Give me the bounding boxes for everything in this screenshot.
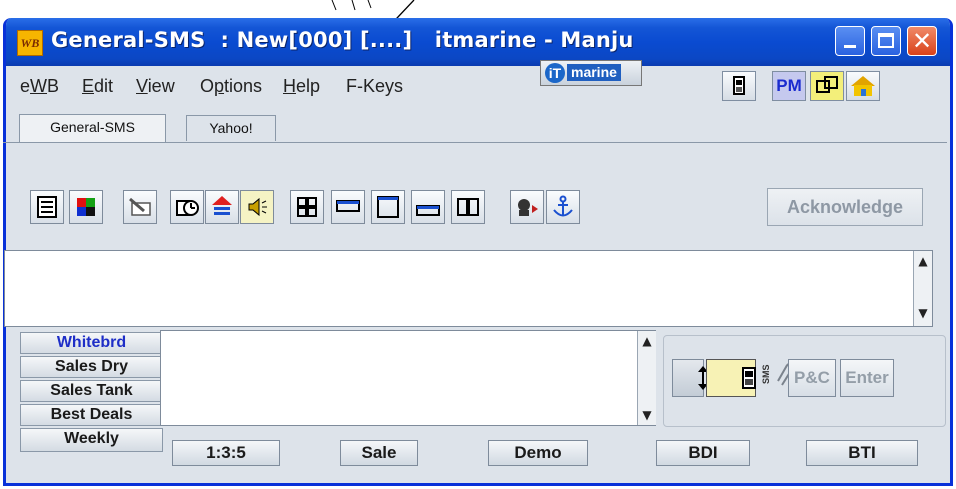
schedule-button[interactable]: [170, 190, 204, 224]
button-1-3-5[interactable]: 1:3:5: [172, 440, 280, 466]
edit-card-icon: [129, 197, 151, 216]
window-title: General-SMS : New[000] [....] itmarine -…: [51, 28, 634, 52]
maximize-icon: [878, 33, 894, 48]
whitebrd-button[interactable]: Whitebrd: [20, 332, 163, 354]
toolbar: Acknowledge: [3, 186, 935, 230]
schedule-icon: [176, 200, 199, 216]
pm-button[interactable]: PM: [772, 71, 806, 101]
phone-button[interactable]: [722, 71, 756, 101]
sales-dry-button[interactable]: Sales Dry: [20, 356, 163, 378]
minimize-icon: [844, 45, 856, 48]
sms-input-area[interactable]: ▲ ▼: [160, 330, 656, 426]
document-button[interactable]: [30, 190, 64, 224]
home-button[interactable]: [846, 71, 880, 101]
bottom-pane-icon: [416, 205, 440, 216]
bti-button[interactable]: BTI: [806, 440, 918, 466]
anchor-button[interactable]: [546, 190, 580, 224]
sms-scroll-down-arrow[interactable]: ▼: [638, 405, 656, 425]
weekly-button[interactable]: Weekly: [20, 428, 163, 452]
bottom-pane-button[interactable]: [411, 190, 445, 224]
color-grid-icon: [77, 198, 95, 216]
message-text-area[interactable]: ▲ ▼: [4, 250, 933, 327]
close-button[interactable]: ✕: [907, 26, 937, 56]
logo-badge: iT: [545, 63, 565, 83]
window-icon: [377, 196, 399, 218]
color-grid-button[interactable]: [69, 190, 103, 224]
best-deals-button[interactable]: Best Deals: [20, 404, 163, 426]
menu-options[interactable]: Options: [200, 76, 262, 97]
contacts-button[interactable]: [810, 71, 844, 101]
itmarine-logo: iT marine: [540, 60, 642, 86]
grid-layout-icon: [297, 197, 317, 217]
contacts-icon: [816, 76, 838, 93]
app-icon: WB: [17, 30, 43, 56]
menu-edit[interactable]: Edit: [82, 76, 113, 97]
window-button[interactable]: [371, 190, 405, 224]
enter-button[interactable]: Enter: [840, 359, 894, 397]
top-pane-button[interactable]: [331, 190, 365, 224]
demo-button[interactable]: Demo: [488, 440, 588, 466]
sms-scrollbar[interactable]: ▲ ▼: [637, 331, 656, 425]
pc-button[interactable]: P&C: [788, 359, 836, 397]
attach-button[interactable]: [758, 359, 795, 397]
logo-text: marine: [567, 64, 621, 81]
close-icon: ✕: [911, 27, 933, 55]
agent-button[interactable]: [510, 190, 544, 224]
agent-icon: [518, 199, 538, 216]
message-scrollbar[interactable]: ▲ ▼: [913, 251, 932, 326]
menu-bar: eWB Edit View Options Help F-Keys: [6, 66, 950, 106]
menu-help[interactable]: Help: [283, 76, 320, 97]
upload-icon: [212, 196, 232, 215]
title-bar[interactable]: WB General-SMS : New[000] [....] itmarin…: [6, 18, 950, 66]
phone-icon: [733, 76, 745, 95]
grid-layout-button[interactable]: [290, 190, 324, 224]
document-icon: [37, 196, 57, 218]
scroll-down-arrow[interactable]: ▼: [914, 303, 932, 323]
sales-tank-button[interactable]: Sales Tank: [20, 380, 163, 402]
maximize-button[interactable]: [871, 26, 901, 56]
speaker-button[interactable]: [240, 190, 274, 224]
columns-icon: [457, 198, 479, 216]
menu-ewb[interactable]: eWB: [20, 76, 59, 97]
sms-mode-button[interactable]: SMS: [706, 359, 771, 397]
sale-button[interactable]: Sale: [340, 440, 418, 466]
edit-card-button[interactable]: [123, 190, 157, 224]
columns-button[interactable]: [451, 190, 485, 224]
top-pane-icon: [336, 200, 360, 212]
bdi-button[interactable]: BDI: [656, 440, 750, 466]
resize-button[interactable]: [672, 359, 708, 397]
minimize-button[interactable]: [835, 26, 865, 56]
tab-divider: [3, 142, 947, 143]
anchor-icon: [553, 195, 573, 217]
menu-f-keys[interactable]: F-Keys: [346, 76, 403, 97]
upload-button[interactable]: [205, 190, 239, 224]
tab-general-sms[interactable]: General-SMS: [19, 114, 166, 142]
menu-view[interactable]: View: [136, 76, 175, 97]
sms-scroll-up-arrow[interactable]: ▲: [638, 331, 656, 351]
home-icon: [851, 76, 875, 96]
scroll-up-arrow[interactable]: ▲: [914, 251, 932, 271]
acknowledge-button[interactable]: Acknowledge: [767, 188, 923, 226]
tab-yahoo[interactable]: Yahoo!: [186, 115, 276, 141]
speaker-icon: [248, 197, 267, 217]
